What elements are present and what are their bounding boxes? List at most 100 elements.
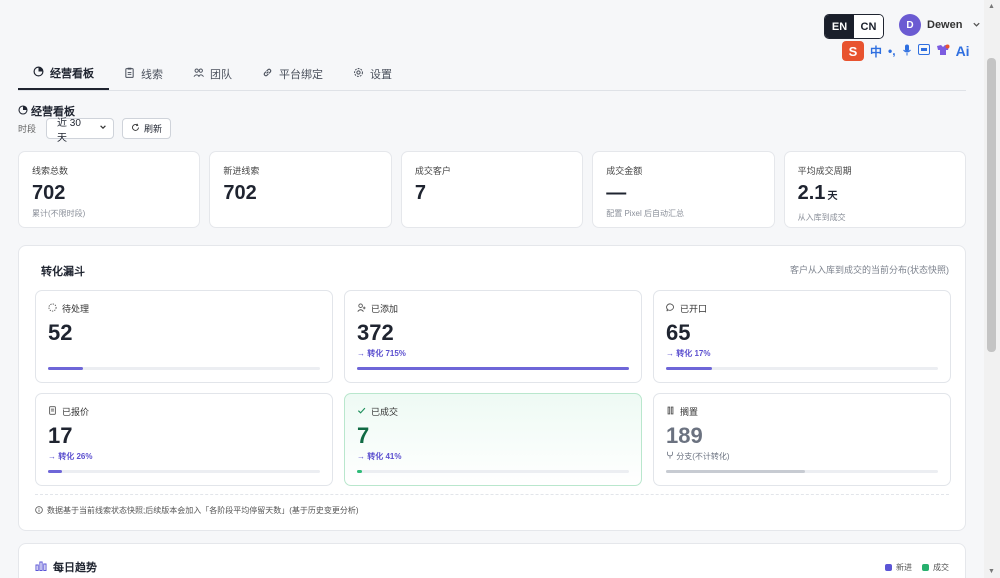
kpi-number: 7: [414, 182, 426, 204]
scrollbar[interactable]: ▲ ▼: [984, 0, 1000, 578]
chat-icon: [666, 303, 675, 314]
avatar: D: [899, 14, 921, 36]
ime-punctuation[interactable]: •,: [888, 44, 896, 58]
stage-progress: [666, 367, 938, 370]
funnel-panel: 转化漏斗 客户从入库到成交的当前分布(状态快照) 待处理 52 已添加 372 …: [18, 245, 966, 531]
refresh-label: 刷新: [144, 124, 163, 134]
skin-icon[interactable]: [936, 44, 950, 59]
kpi-number: 2.1: [797, 182, 826, 204]
tab-team[interactable]: 团队: [178, 58, 247, 90]
stage-conversion: → 转化 41%: [357, 452, 402, 461]
ime-ai[interactable]: Ai: [956, 43, 970, 59]
stage-conversion: → 转化 17%: [666, 349, 711, 358]
stage-progress: [357, 367, 629, 370]
stage-value: 65: [666, 320, 691, 345]
stage-progress: [357, 470, 629, 473]
kpi-sub: 累计(不限时段): [32, 209, 86, 218]
microphone-icon[interactable]: [902, 44, 912, 59]
user-add-icon: [357, 303, 366, 314]
legend-swatch: [885, 564, 892, 571]
info-icon: [35, 505, 43, 516]
stage-value: 52: [48, 320, 73, 345]
scroll-up-icon[interactable]: ▲: [988, 3, 995, 10]
kpi-number: 702: [223, 182, 257, 204]
ime-mode[interactable]: 中: [870, 43, 882, 60]
trend-title-text: 每日趋势: [53, 562, 97, 574]
scrollbar-thumb[interactable]: [987, 58, 996, 352]
kpi-card-deals: 成交客户 7: [400, 151, 584, 228]
kpi-value: 7: [415, 182, 569, 204]
legend-swatch: [922, 564, 929, 571]
keyboard-icon[interactable]: [917, 44, 930, 58]
period-select[interactable]: 近 30 天: [46, 118, 115, 144]
refresh-icon: [131, 123, 140, 134]
bar-chart-icon: [35, 560, 47, 574]
tab-settings[interactable]: 设置: [338, 58, 407, 90]
pause-icon: [666, 406, 675, 417]
pie-chart-icon: [18, 104, 28, 118]
kpi-label: 新进线索: [223, 166, 260, 176]
link-icon: [262, 67, 273, 81]
stage-value: 372: [357, 320, 394, 345]
legend-item-new: 新进: [885, 562, 912, 573]
tab-dashboard[interactable]: 经营看板: [18, 58, 109, 90]
tab-label: 经营看板: [50, 68, 94, 80]
scroll-down-icon[interactable]: ▼: [988, 568, 995, 575]
tab-label: 线索: [141, 69, 163, 81]
tab-label: 设置: [370, 69, 392, 81]
lang-cn-button[interactable]: CN: [854, 15, 883, 38]
chevron-down-icon: [972, 20, 981, 31]
kpi-value: —: [606, 182, 760, 204]
footnote-text: 数据基于当前线索状态快照;后续版本会加入「各阶段平均停留天数」(基于历史变更分析…: [47, 506, 359, 515]
funnel-stage-shelved: 搁置 189 分支(不计转化): [653, 393, 951, 486]
funnel-stage-added: 已添加 372 → 转化 715%: [344, 290, 642, 383]
stage-conversion: → 转化 26%: [48, 452, 93, 461]
kpi-sub: 从入库到成交: [797, 213, 846, 222]
divider: [35, 494, 949, 495]
stage-progress-fill: [666, 367, 713, 370]
tab-platform-binding[interactable]: 平台绑定: [247, 58, 338, 90]
stage-progress: [48, 470, 320, 473]
stage-label: 已添加: [371, 304, 399, 314]
stage-progress: [48, 367, 320, 370]
kpi-card-new-leads: 新进线索 702: [209, 151, 392, 228]
stage-progress: [666, 470, 938, 473]
funnel-stage-quoted: 已报价 17 → 转化 26%: [35, 393, 333, 486]
stage-label: 搁置: [680, 407, 699, 417]
refresh-button[interactable]: 刷新: [122, 118, 172, 139]
kpi-value: 2.1 天: [798, 182, 952, 208]
funnel-grid: 待处理 52 已添加 372 → 转化 715% 已开口 65 → 转化 17%…: [35, 290, 951, 486]
kpi-card-avg-cycle: 平均成交周期 2.1 天 从入库到成交: [783, 151, 967, 228]
stage-branch-text: 分支(不计转化): [676, 452, 730, 461]
user-name: Dewen: [927, 19, 963, 31]
stage-progress-fill: [48, 470, 62, 473]
stage-conversion: 分支(不计转化): [666, 451, 938, 462]
lang-en-button[interactable]: EN: [825, 15, 854, 38]
gear-icon: [353, 67, 364, 81]
kpi-value: 702: [223, 182, 377, 204]
kpi-value: 702: [32, 182, 186, 204]
funnel-stage-pending: 待处理 52: [35, 290, 333, 383]
daily-trend-panel: 每日趋势 新进 成交: [18, 543, 966, 578]
pending-icon: [48, 303, 57, 314]
user-menu[interactable]: D Dewen: [899, 14, 981, 36]
top-bar: EN CN D Dewen S 中 •, Ai: [0, 0, 1000, 61]
kpi-card-deal-amount: 成交金额 — 配置 Pixel 后自动汇总: [592, 151, 775, 228]
branch-icon: [666, 451, 674, 461]
kpi-number: —: [606, 182, 627, 204]
funnel-footnote: 数据基于当前线索状态快照;后续版本会加入「各阶段平均停留天数」(基于历史变更分析…: [35, 505, 359, 516]
legend-label: 成交: [933, 563, 949, 572]
stage-value: 7: [357, 423, 370, 448]
tab-leads[interactable]: 线索: [109, 58, 178, 90]
clipboard-icon: [124, 67, 135, 81]
period-label: 时段: [18, 124, 37, 134]
legend-label: 新进: [896, 563, 912, 572]
check-icon: [357, 406, 366, 417]
kpi-label: 成交客户: [414, 166, 451, 176]
trend-title: 每日趋势: [35, 559, 97, 575]
kpi-sub: 配置 Pixel 后自动汇总: [606, 209, 685, 218]
period-value: 近 30 天: [57, 117, 81, 144]
team-icon: [193, 67, 204, 81]
stage-value: 189: [666, 423, 703, 448]
kpi-label: 平均成交周期: [797, 166, 852, 176]
